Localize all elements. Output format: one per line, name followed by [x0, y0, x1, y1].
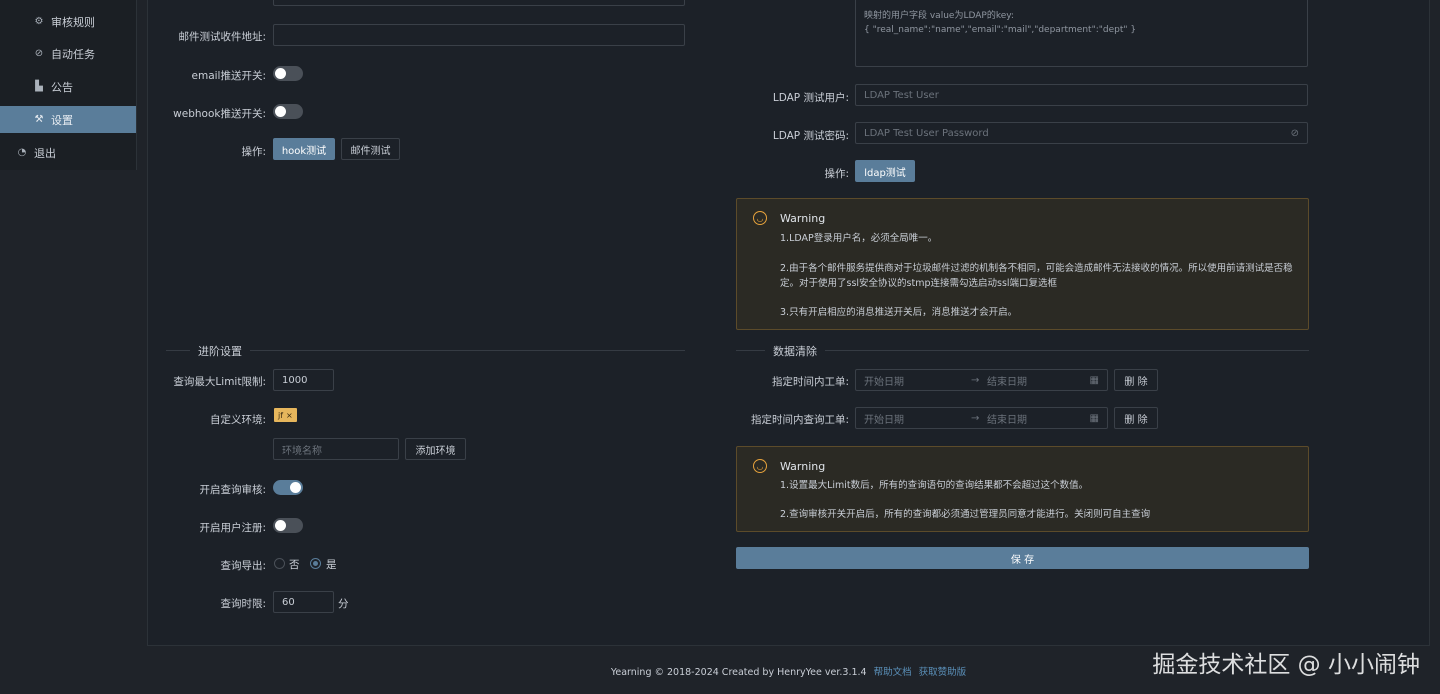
cleanup-section-title: 数据清除 [765, 343, 825, 359]
export-label: 查询导出: [220, 560, 266, 572]
footer-copyright: Yearning © 2018-2024 Created by HenryYee… [610, 667, 867, 678]
export-no-label: 否 [289, 559, 300, 571]
webhook-switch-label: webhook推送开关: [173, 108, 266, 120]
ldap-test-user-label: LDAP 测试用户: [772, 92, 849, 104]
mail-field-partial[interactable] [273, 0, 685, 6]
limit-label: 查询最大Limit限制: [173, 376, 266, 388]
ldap-ops-label: 操作: [824, 168, 849, 180]
calendar-icon: ▦ [1089, 374, 1099, 386]
warning-box-ldap: ◡ Warning 1.LDAP登录用户名，必须全局唯一。 2.由于各个邮件服务… [736, 198, 1309, 330]
warning-line: 3.只有开启相应的消息推送开关后，消息推送才会开启。 [780, 307, 1018, 318]
ldap-mapping-line2: { "real_name":"name","email":"mail","dep… [864, 25, 1137, 35]
ldap-test-user-input[interactable]: LDAP Test User [855, 84, 1308, 106]
webhook-push-toggle[interactable] [273, 104, 303, 119]
arrow-right-icon: → [971, 374, 980, 386]
chart-icon: ▙ [35, 81, 43, 92]
env-label: 自定义环境: [209, 414, 266, 426]
save-button[interactable]: 保 存 [736, 547, 1309, 569]
help-doc-link[interactable]: 帮助文档 [874, 667, 912, 678]
timeout-input[interactable]: 60 [273, 591, 334, 613]
smile-warning-icon: ◡ [753, 459, 767, 473]
test-recipient-label: 邮件测试收件地址: [178, 31, 266, 43]
query-audit-toggle[interactable] [273, 480, 303, 495]
user-register-toggle[interactable] [273, 518, 303, 533]
query-date-range[interactable]: 开始日期 → 结束日期 ▦ [855, 407, 1108, 429]
export-no-radio[interactable] [274, 558, 285, 569]
advanced-section-title: 进阶设置 [190, 343, 250, 359]
delete-queries-button[interactable]: 删 除 [1114, 407, 1158, 429]
ldap-mapping-textarea[interactable]: 映射的用户字段 value为LDAP的key: { "real_name":"n… [855, 0, 1308, 67]
arrow-right-icon: → [971, 412, 980, 424]
timeout-label: 查询时限: [220, 598, 266, 610]
watermark: 掘金技术社区 @ 小小闹钟 [1152, 652, 1420, 678]
query-audit-label: 开启查询审核: [199, 484, 266, 496]
eye-off-icon[interactable]: ⊘ [1291, 128, 1299, 139]
sidebar-item-audit-rules[interactable]: ⚙ 审核规则 [0, 8, 136, 35]
limit-input[interactable]: 1000 [273, 369, 334, 391]
sidebar-item-announcement[interactable]: ▙ 公告 [0, 73, 136, 100]
wrench-icon: ⚒ [34, 114, 44, 125]
warning-box-limits: ◡ Warning 1.设置最大Limit数后，所有的查询语句的查询结果都不会超… [736, 446, 1309, 532]
hook-test-button[interactable]: hook测试 [273, 138, 335, 160]
test-recipient-input[interactable] [273, 24, 685, 46]
export-yes-radio[interactable] [310, 558, 321, 569]
warning-line: 2.查询审核开关开启后，所有的查询都必须通过管理员同意才能进行。关闭则可自主查询 [780, 509, 1151, 520]
sidebar-item-logout[interactable]: ◔ 退出 [0, 139, 136, 166]
user-register-label: 开启用户注册: [199, 522, 266, 534]
warning-line: 1.设置最大Limit数后，所有的查询语句的查询结果都不会超过这个数值。 [780, 480, 1089, 491]
env-name-input[interactable]: 环境名称 [273, 438, 399, 460]
env-tag[interactable]: jf × [274, 408, 297, 422]
sidebar-item-label: 审核规则 [51, 15, 95, 29]
timeout-unit: 分 [338, 598, 349, 610]
warning-title: Warning [780, 212, 826, 225]
logout-icon: ◔ [17, 147, 27, 158]
sidebar-item-auto-task[interactable]: ⊘ 自动任务 [0, 40, 136, 67]
warning-line: 1.LDAP登录用户名，必须全局唯一。 [780, 233, 938, 244]
paperclip-icon: ⊘ [34, 48, 44, 59]
ldap-test-pass-label: LDAP 测试密码: [772, 130, 849, 142]
ldap-mapping-line1: 映射的用户字段 value为LDAP的key: [864, 11, 1014, 21]
delete-orders-button[interactable]: 删 除 [1114, 369, 1158, 391]
smile-warning-icon: ◡ [753, 211, 767, 225]
sponsor-link[interactable]: 获取赞助版 [919, 667, 967, 678]
sidebar: ⚙ 审核规则 ⊘ 自动任务 ▙ 公告 ⚒ 设置 ◔ 退出 [0, 0, 137, 170]
mail-ops-label: 操作: [241, 146, 266, 158]
sidebar-item-label: 退出 [34, 146, 56, 160]
query-cleanup-label: 指定时间内查询工单: [750, 414, 849, 426]
warning-title: Warning [780, 460, 826, 473]
sidebar-item-settings[interactable]: ⚒ 设置 [0, 106, 136, 133]
close-icon[interactable]: × [286, 411, 293, 420]
settings-panel: 邮件测试收件地址: email推送开关: webhook推送开关: 操作: ho… [147, 0, 1430, 646]
add-env-button[interactable]: 添加环境 [405, 438, 466, 460]
ldap-test-button[interactable]: ldap测试 [855, 160, 915, 182]
warning-line: 2.由于各个邮件服务提供商对于垃圾邮件过滤的机制各不相同，可能会造成邮件无法接收… [780, 263, 1293, 289]
export-yes-label: 是 [326, 559, 337, 571]
sidebar-item-label: 公告 [51, 80, 73, 94]
calendar-icon: ▦ [1089, 412, 1099, 424]
sidebar-item-label: 设置 [51, 113, 73, 127]
order-cleanup-label: 指定时间内工单: [771, 376, 849, 388]
mail-test-button[interactable]: 邮件测试 [341, 138, 400, 160]
sidebar-item-label: 自动任务 [51, 47, 95, 61]
gear-icon: ⚙ [34, 16, 44, 27]
ldap-test-pass-input[interactable]: LDAP Test User Password ⊘ [855, 122, 1308, 144]
email-push-toggle[interactable] [273, 66, 303, 81]
order-date-range[interactable]: 开始日期 → 结束日期 ▦ [855, 369, 1108, 391]
email-switch-label: email推送开关: [191, 70, 267, 82]
